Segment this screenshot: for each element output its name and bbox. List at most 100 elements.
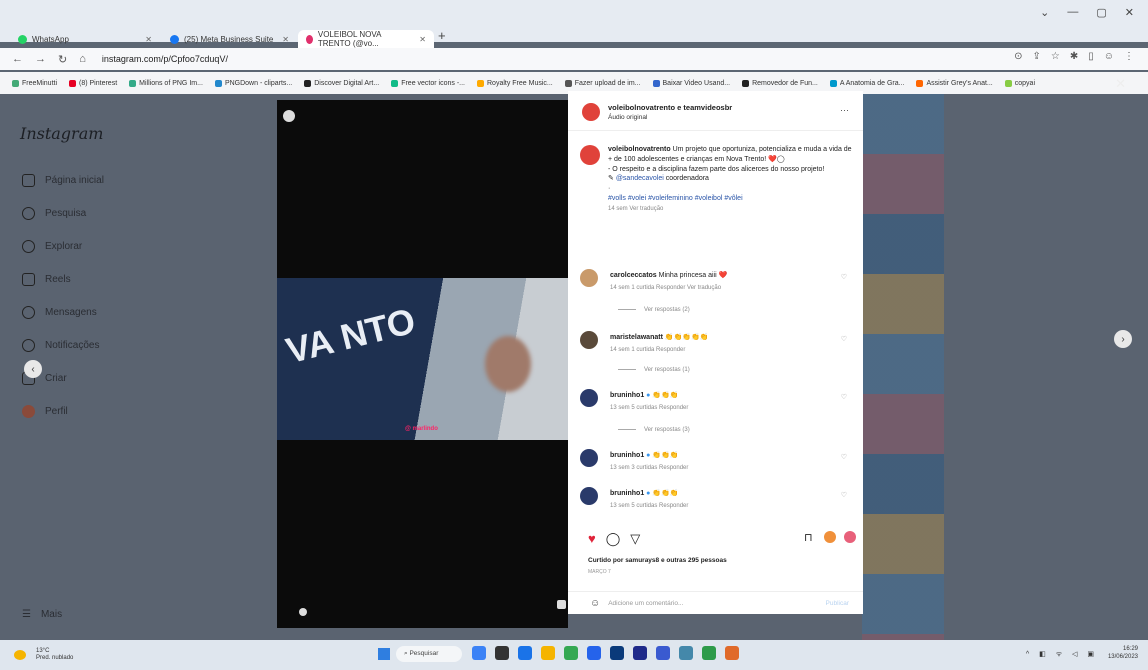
bookmark[interactable]: Royalty Free Music...: [477, 79, 553, 87]
view-replies[interactable]: Ver respostas (2): [618, 307, 690, 313]
bookmark[interactable]: Discover Digital Art...: [304, 79, 379, 87]
photoshop-icon[interactable]: [610, 646, 624, 660]
folder-icon[interactable]: [541, 646, 555, 660]
taskbar-search[interactable]: ⌕ Pesquisar: [396, 646, 462, 662]
comment-avatar[interactable]: [580, 487, 598, 505]
forward-icon[interactable]: →: [35, 53, 46, 66]
comment-input[interactable]: Adicione um comentário...: [608, 600, 683, 607]
download-icon[interactable]: [283, 110, 295, 122]
app-icon[interactable]: [656, 646, 670, 660]
post-video[interactable]: VA NTO @ marlindo: [277, 100, 568, 628]
new-tab-button[interactable]: +: [438, 28, 446, 43]
bookmark[interactable]: Fazer upload de im...: [564, 79, 641, 87]
close-post-icon[interactable]: ✕: [1115, 76, 1126, 92]
like-comment-icon[interactable]: ♡: [841, 491, 847, 499]
nav-search[interactable]: Pesquisa: [22, 197, 104, 230]
maximize-icon[interactable]: ▢: [1096, 6, 1106, 19]
star-icon[interactable]: ☆: [1051, 51, 1060, 62]
bookmark[interactable]: A Anatomia de Gra...: [829, 79, 904, 87]
mute-icon[interactable]: [557, 600, 566, 609]
system-tray[interactable]: ^ ◧ ᯤ ◁ ▣: [1026, 650, 1098, 659]
like-comment-icon[interactable]: ♡: [841, 393, 847, 401]
nav-messages[interactable]: Mensagens: [22, 296, 104, 329]
tab-whatsapp[interactable]: WhatsApp ✕: [10, 30, 160, 48]
menu-icon[interactable]: ⋮: [1124, 51, 1134, 62]
chrome-icon[interactable]: [564, 646, 578, 660]
author-avatar[interactable]: [582, 103, 600, 121]
share-icon[interactable]: ⇪: [1033, 51, 1041, 62]
premiere-icon[interactable]: [633, 646, 647, 660]
back-icon[interactable]: ←: [12, 53, 23, 66]
prev-arrow-icon[interactable]: ‹: [24, 360, 42, 378]
reload-icon[interactable]: ↻: [58, 53, 67, 66]
nav-home[interactable]: Página inicial: [22, 164, 104, 197]
view-replies[interactable]: Ver respostas (1): [618, 367, 690, 373]
comment-avatar[interactable]: [580, 331, 598, 349]
extension-icon[interactable]: ✱: [1070, 51, 1078, 62]
close-tab-icon[interactable]: ✕: [282, 35, 289, 44]
caption-mention[interactable]: @sandecavolei: [616, 175, 664, 182]
bookmark[interactable]: Free vector icons -...: [391, 79, 465, 87]
close-tab-icon[interactable]: ✕: [145, 35, 152, 44]
bookmark[interactable]: FreeMinutti: [12, 79, 57, 87]
home-icon[interactable]: ⌂: [79, 53, 86, 66]
like-comment-icon[interactable]: ♡: [841, 273, 847, 281]
app-icon[interactable]: [679, 646, 693, 660]
liked-by[interactable]: Curtido por samurays8 e outras 295 pesso…: [588, 557, 727, 564]
bookmark[interactable]: PNGDown - cliparts...: [214, 79, 292, 87]
bookmark[interactable]: Baixar Video Usand...: [652, 79, 730, 87]
nav-explore[interactable]: Explorar: [22, 230, 104, 263]
bookmark[interactable]: Assistir Grey's Anat...: [916, 79, 993, 87]
save-icon[interactable]: ⊓: [804, 531, 813, 544]
app-icon[interactable]: [725, 646, 739, 660]
dropdown-icon[interactable]: ⌄: [1040, 6, 1049, 19]
like-comment-icon[interactable]: ♡: [841, 335, 847, 343]
close-window-icon[interactable]: ✕: [1125, 6, 1134, 19]
nav-notifications[interactable]: Notificações: [22, 329, 104, 362]
minimize-icon[interactable]: —: [1067, 6, 1078, 19]
lens-icon[interactable]: ⊙: [1014, 51, 1022, 62]
comment-avatar[interactable]: [580, 269, 598, 287]
url-field[interactable]: instagram.com/p/Cpfoo7cduqV/: [102, 54, 228, 64]
sidebar-icon[interactable]: ▯: [1088, 51, 1094, 62]
close-tab-icon[interactable]: ✕: [419, 35, 426, 44]
windows-start-icon[interactable]: [378, 648, 390, 660]
emoji-icon[interactable]: ☺: [590, 598, 600, 609]
more-options-icon[interactable]: ···: [840, 105, 849, 115]
caption-avatar[interactable]: [580, 145, 600, 165]
profile-icon[interactable]: ☺: [1104, 51, 1114, 62]
nav-reels[interactable]: Reels: [22, 263, 104, 296]
bookmark[interactable]: Millions of PNG Im...: [129, 79, 203, 87]
like-comment-icon[interactable]: ♡: [841, 453, 847, 461]
app-icon[interactable]: [702, 646, 716, 660]
edge-icon[interactable]: [518, 646, 532, 660]
tab-meta-business[interactable]: (25) Meta Business Suite ✕: [162, 30, 297, 48]
task-view-icon[interactable]: [495, 646, 509, 660]
bookmark[interactable]: (8) Pinterest: [69, 79, 117, 87]
user-tag-icon[interactable]: [299, 608, 307, 616]
comment-avatar[interactable]: [580, 449, 598, 467]
caption-user[interactable]: voleibolnovatrento: [608, 146, 671, 153]
instagram-logo[interactable]: Instagram: [20, 124, 103, 143]
store-icon[interactable]: [587, 646, 601, 660]
bookmark[interactable]: copyai: [1004, 79, 1035, 87]
bookmark[interactable]: Removedor de Fun...: [742, 79, 818, 87]
tab-instagram[interactable]: VOLEIBOL NOVA TRENTO (@vo... ✕: [298, 30, 434, 48]
clock[interactable]: 16:29 13/06/2023: [1108, 646, 1138, 662]
sticker-icon[interactable]: [844, 531, 856, 543]
caption-hashtags[interactable]: #volls #volei #voleifeminino #voleibol #…: [608, 195, 743, 202]
post-author[interactable]: voleibolnovatrento e teamvideosbr: [608, 103, 732, 112]
widgets-icon[interactable]: [472, 646, 486, 660]
view-replies[interactable]: Ver respostas (3): [618, 427, 690, 433]
nav-profile[interactable]: Perfil: [22, 395, 104, 428]
sticker-icon[interactable]: [824, 531, 836, 543]
like-heart-icon[interactable]: ♥: [588, 531, 596, 547]
next-arrow-icon[interactable]: ›: [1114, 330, 1132, 348]
nav-more[interactable]: ☰ Mais: [22, 609, 62, 620]
comment-avatar[interactable]: [580, 389, 598, 407]
share-icon[interactable]: ▽: [630, 531, 640, 547]
comment-icon[interactable]: ◯: [606, 531, 621, 547]
weather-widget[interactable]: 13°C Pred. nublado: [36, 648, 73, 662]
audio-label[interactable]: Áudio original: [608, 114, 647, 121]
publish-button[interactable]: Publicar: [826, 600, 849, 607]
